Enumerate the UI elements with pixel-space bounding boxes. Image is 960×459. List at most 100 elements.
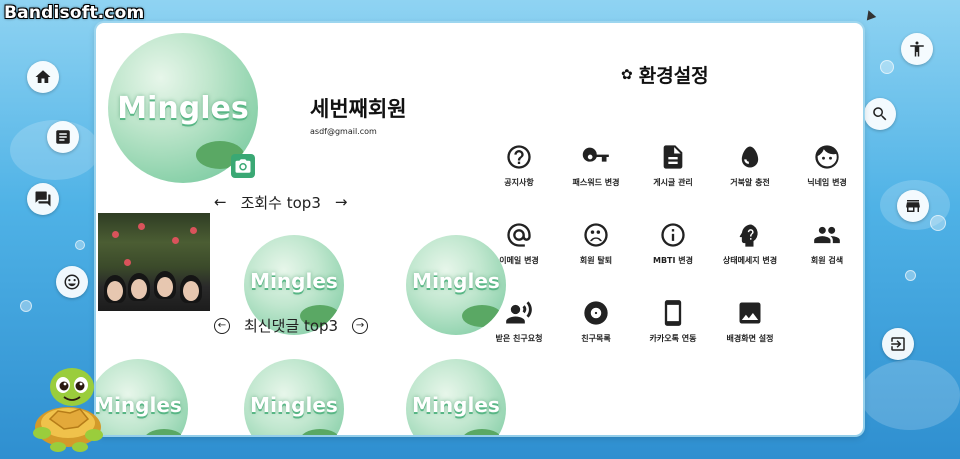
flower [138,223,145,230]
camera-icon [235,159,251,173]
flower [124,259,131,266]
thumb-logo-text: Mingles [250,393,338,417]
background-turtle [860,360,960,430]
comments-prev-arrow[interactable]: ← [214,317,230,334]
settings-item-password[interactable]: 패스워드 변경 [558,143,634,188]
home-button[interactable] [27,61,59,93]
people-icon [814,226,840,244]
settings-item-label: 회원 검색 [810,256,844,265]
settings-item-label: 이메일 변경 [499,256,539,265]
image-icon [739,302,761,324]
bubble [75,240,85,250]
smartphone-icon [664,300,682,326]
profile-email: asdf@gmail.com [310,127,377,136]
settings-item-kakaotalk[interactable]: 카카오톡 연동 [635,299,711,344]
person-face [131,279,147,299]
document-icon [663,145,683,169]
comments-top3-item-1[interactable]: Mingles [96,359,188,435]
thumb-logo-text: Mingles [250,269,338,293]
views-next-arrow[interactable]: → [335,195,348,210]
settings-item-label: 닉네임 변경 [807,178,847,187]
logout-icon [891,337,905,351]
bubble [930,215,946,231]
bubble [20,300,32,312]
face-icon [815,145,839,169]
album-icon [584,301,608,325]
settings-item-label: 거북알 충전 [730,178,770,187]
chat-button[interactable] [27,183,59,215]
mouse-cursor [863,8,877,21]
settings-item-email[interactable]: 이메일 변경 [481,221,557,266]
settings-item-posts[interactable]: 게시글 관리 [635,143,711,188]
settings-title: ✿ 환경설정 [621,61,709,88]
settings-item-status-message[interactable]: 상태메세지 변경 [712,221,788,266]
emoji-button[interactable] [56,266,88,298]
comments-top3-item-2[interactable]: Mingles [244,359,344,435]
accessibility-button[interactable] [901,33,933,65]
change-photo-button[interactable] [231,154,255,178]
turtle-mascot [33,368,103,452]
thumb-logo-text: Mingles [412,269,500,293]
views-top3-header: ← 조회수 top3 → [214,192,347,213]
home-icon [35,70,51,83]
flower [190,227,197,234]
comments-top3-title: 최신댓글 top3 [244,317,339,335]
settings-item-label: 친구목록 [581,334,611,343]
person-face [183,281,199,301]
person-face [157,277,173,297]
settings-item-label: 상태메세지 변경 [722,256,778,265]
settings-item-label: 패스워드 변경 [572,178,620,187]
settings-item-mbti[interactable]: MBTI 변경 [635,221,711,266]
store-icon [906,200,920,212]
egg-icon [741,146,759,168]
settings-item-nickname[interactable]: 닉네임 변경 [789,143,863,188]
comments-top3-header: ← 최신댓글 top3 → [214,315,369,336]
store-button[interactable] [897,190,929,222]
settings-item-friends[interactable]: 친구목록 [558,299,634,344]
logout-button[interactable] [882,328,914,360]
search-icon [873,107,887,121]
settings-item-label: 받은 친구요청 [495,334,543,343]
help-circle-icon [507,145,531,169]
settings-item-wallpaper[interactable]: 배경화면 설정 [712,299,788,344]
search-button[interactable] [864,98,896,130]
views-prev-arrow[interactable]: ← [214,195,227,210]
settings-item-notice[interactable]: 공지사항 [481,143,557,188]
settings-item-egg-charge[interactable]: 거북알 충전 [712,143,788,188]
settings-item-label: 게시글 관리 [653,178,693,187]
settings-item-friend-requests[interactable]: 받은 친구요청 [481,299,557,344]
thumb-logo-text: Mingles [412,393,500,417]
watermark: Bandisoft.com [4,3,145,23]
sad-face-icon [584,223,608,247]
settings-title-text: 환경설정 [638,65,709,87]
settings-item-label: 회원 탈퇴 [579,256,613,265]
accessibility-icon [910,41,924,57]
person-face [107,281,123,301]
thumb-turtle [144,429,184,435]
flower [172,237,179,244]
views-top3-item-1[interactable] [98,213,210,311]
gear-icon: ✿ [621,66,633,83]
thumb-logo-text: Mingles [96,393,182,417]
info-icon [661,223,685,247]
settings-item-withdraw[interactable]: 회원 탈퇴 [558,221,634,266]
comments-next-arrow[interactable]: → [352,317,369,334]
flower [112,231,119,238]
person-voice-icon [506,301,532,324]
emoji-icon [64,274,80,290]
bubble [880,60,894,74]
settings-item-label: MBTI 변경 [653,256,693,265]
settings-item-label: 공지사항 [504,178,534,187]
chat-icon [35,191,51,207]
head-question-icon [739,224,758,247]
settings-item-member-search[interactable]: 회원 검색 [789,221,863,266]
thumb-turtle [300,429,340,435]
settings-item-label: 배경화면 설정 [726,334,774,343]
thumb-turtle [462,429,502,435]
comments-top3-item-3[interactable]: Mingles [406,359,506,435]
views-top3-title: 조회수 top3 [240,194,321,212]
board-button[interactable] [47,121,79,153]
bubble [905,270,916,281]
profile-nickname: 세번째회원 [310,97,407,121]
at-sign-icon [507,223,531,247]
